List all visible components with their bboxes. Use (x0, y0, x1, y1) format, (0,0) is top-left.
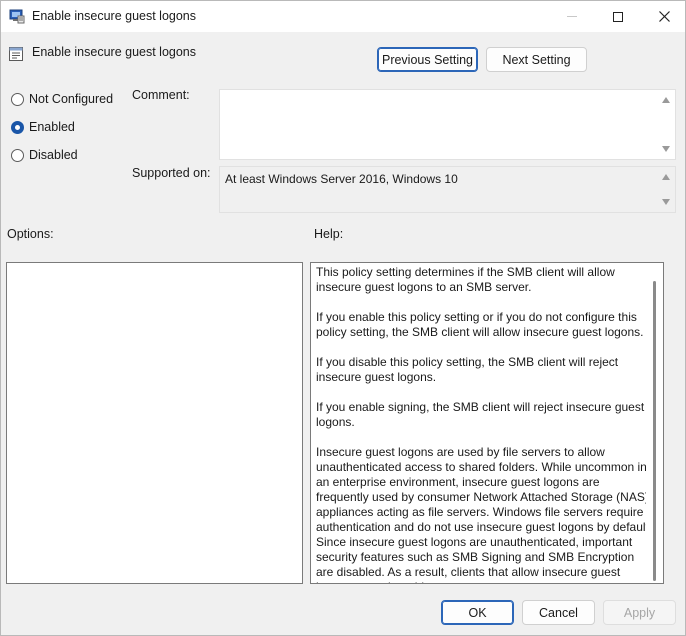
scroll-up-icon[interactable] (662, 97, 670, 103)
ok-button[interactable]: OK (441, 600, 514, 625)
maximize-icon (613, 11, 623, 22)
help-paragraph: This policy setting determines if the SM… (316, 265, 615, 294)
scroll-down-icon[interactable] (662, 199, 670, 205)
help-paragraph: If you enable signing, the SMB client wi… (316, 400, 645, 429)
radio-label: Disabled (29, 148, 78, 162)
radio-enabled[interactable]: Enabled (11, 120, 75, 134)
policy-dialog: Enable insecure guest logons Enable inse… (0, 0, 686, 636)
maximize-button[interactable] (595, 1, 641, 32)
title-bar[interactable]: Enable insecure guest logons (1, 1, 685, 32)
radio-label: Enabled (29, 120, 75, 134)
minimize-icon (567, 16, 577, 17)
help-label: Help: (314, 227, 344, 241)
apply-button[interactable]: Apply (603, 600, 676, 625)
previous-setting-button[interactable]: Previous Setting (377, 47, 478, 72)
radio-circle[interactable] (11, 92, 24, 106)
radio-not-configured[interactable]: Not Configured (11, 92, 113, 106)
comment-label: Comment: (132, 88, 190, 102)
comment-field[interactable] (219, 89, 676, 160)
help-scrollbar[interactable] (646, 263, 663, 583)
radio-disabled[interactable]: Disabled (11, 148, 78, 162)
comment-scrollbar[interactable] (658, 90, 675, 159)
scroll-up-icon[interactable] (662, 174, 670, 180)
minimize-button[interactable] (549, 1, 595, 32)
window-title: Enable insecure guest logons (32, 9, 197, 23)
supported-scrollbar[interactable] (658, 167, 675, 212)
supported-on-label: Supported on: (132, 166, 211, 180)
setting-icon (8, 46, 24, 62)
close-icon (658, 11, 670, 22)
cancel-button[interactable]: Cancel (522, 600, 595, 625)
close-button[interactable] (641, 1, 686, 32)
help-paragraph: Insecure guest logons are used by file s… (316, 445, 653, 583)
scroll-down-icon[interactable] (662, 146, 670, 152)
policy-editor-icon (9, 8, 25, 24)
next-setting-button[interactable]: Next Setting (486, 47, 587, 72)
radio-circle[interactable] (11, 148, 24, 162)
options-label: Options: (7, 227, 54, 241)
supported-on-value: At least Windows Server 2016, Windows 10 (225, 172, 458, 186)
help-panel: This policy setting determines if the SM… (310, 262, 664, 584)
help-paragraph: If you enable this policy setting or if … (316, 310, 644, 339)
help-scroll-thumb[interactable] (653, 281, 656, 581)
supported-on-field: At least Windows Server 2016, Windows 10 (219, 166, 676, 213)
radio-label: Not Configured (29, 92, 114, 106)
radio-circle-checked[interactable] (11, 120, 24, 134)
help-paragraph: If you disable this policy setting, the … (316, 355, 619, 384)
setting-title: Enable insecure guest logons (32, 45, 197, 59)
options-panel (6, 262, 303, 584)
help-text: This policy setting determines if the SM… (316, 265, 654, 583)
